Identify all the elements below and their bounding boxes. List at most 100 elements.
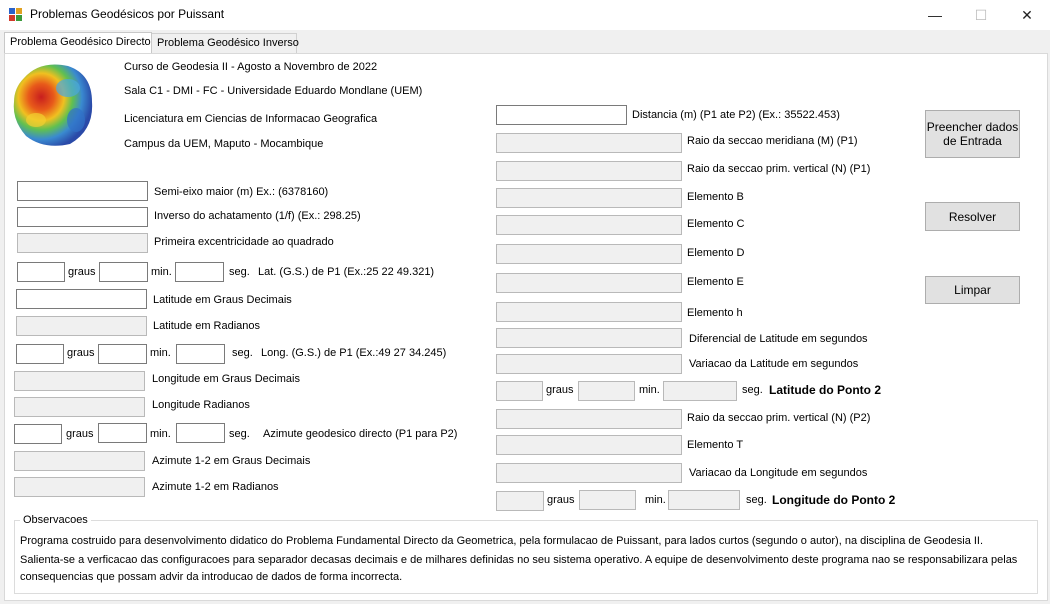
preencher-dados-button[interactable]: Preencher dados de Entrada: [925, 110, 1020, 158]
header-licenciatura: Licenciatura em Ciencias de Informacao G…: [124, 113, 378, 125]
long-decimal-label: Longitude em Graus Decimais: [152, 373, 300, 385]
raio-vertical-p1-label: Raio da seccao prim. vertical (N) (P1): [687, 163, 871, 175]
az-seg-label: seg.: [229, 428, 250, 440]
long2-seg-label: seg.: [746, 494, 767, 506]
az-seg-input[interactable]: [176, 423, 225, 443]
lat-decimal-label: Latitude em Graus Decimais: [153, 294, 292, 306]
az-decimal-label: Azimute 1-2 em Graus Decimais: [152, 455, 311, 467]
long-decimal-output: [14, 371, 145, 391]
elemento-e-output: [496, 273, 682, 293]
lat2-seg-output: [663, 381, 737, 401]
lat-p1-label: Lat. (G.S.) de P1 (Ex.:25 22 49.321): [258, 266, 435, 278]
elemento-h-label: Elemento h: [687, 307, 743, 319]
lat-rad-output: [16, 316, 147, 336]
latitude-ponto2-label: Latitude do Ponto 2: [769, 383, 881, 397]
resolver-button[interactable]: Resolver: [925, 202, 1020, 231]
var-longitude-label: Variacao da Longitude em segundos: [689, 467, 868, 479]
long-p1-label: Long. (G.S.) de P1 (Ex.:49 27 34.245): [261, 347, 447, 359]
az-graus-input[interactable]: [14, 424, 62, 444]
long2-min-label: min.: [645, 494, 666, 506]
lat-seg-label: seg.: [229, 266, 250, 278]
lat2-min-output: [578, 381, 635, 401]
lat-graus-label: graus: [68, 266, 96, 278]
observacoes-line3: consequencias que possam advir da introd…: [20, 571, 403, 583]
excentricidade-output: [17, 233, 148, 253]
elemento-d-label: Elemento D: [687, 247, 745, 259]
observacoes-title: Observacoes: [20, 514, 91, 526]
long-min-input[interactable]: [98, 344, 147, 364]
lat-seg-input[interactable]: [175, 262, 224, 282]
elemento-c-output: [496, 215, 682, 235]
long2-graus-label: graus: [547, 494, 575, 506]
az-min-label: min.: [150, 428, 171, 440]
raio-vertical-p2-output: [496, 409, 682, 429]
lat-min-label: min.: [151, 266, 172, 278]
elemento-b-label: Elemento B: [687, 191, 744, 203]
long-graus-input[interactable]: [16, 344, 64, 364]
lat-min-input[interactable]: [99, 262, 148, 282]
semi-eixo-label: Semi-eixo maior (m) Ex.: (6378160): [154, 186, 329, 198]
az-min-input[interactable]: [98, 423, 147, 443]
elemento-t-output: [496, 435, 682, 455]
elemento-h-output: [496, 302, 682, 322]
semi-eixo-input[interactable]: [17, 181, 148, 201]
header-sala: Sala C1 - DMI - FC - Universidade Eduard…: [124, 85, 423, 97]
az-rad-label: Azimute 1-2 em Radianos: [152, 481, 279, 493]
minimize-button[interactable]: —: [912, 0, 958, 30]
dif-latitude-label: Diferencial de Latitude em segundos: [689, 333, 868, 345]
inverso-achatamento-input[interactable]: [17, 207, 148, 227]
dif-latitude-output: [496, 328, 682, 348]
distancia-input[interactable]: [496, 105, 627, 125]
tab-problema-directo[interactable]: Problema Geodésico Directo: [4, 32, 152, 54]
close-button[interactable]: ✕: [1004, 0, 1050, 30]
lat-decimal-input[interactable]: [16, 289, 147, 309]
window-title: Problemas Geodésicos por Puissant: [30, 7, 225, 21]
long-rad-label: Longitude Radianos: [152, 399, 250, 411]
long2-graus-output: [496, 491, 544, 511]
lat2-graus-output: [496, 381, 543, 401]
var-latitude-output: [496, 354, 682, 374]
lat-rad-label: Latitude em Radianos: [153, 320, 261, 332]
tab-problema-inverso[interactable]: Problema Geodésico Inverso: [151, 33, 299, 53]
var-longitude-output: [496, 463, 682, 483]
lat2-min-label: min.: [639, 384, 660, 396]
raio-meridiana-label: Raio da seccao meridiana (M) (P1): [687, 135, 858, 147]
lat-graus-input[interactable]: [17, 262, 65, 282]
observacoes-line1: Programa costruido para desenvolvimento …: [20, 535, 984, 547]
long2-seg-output: [668, 490, 740, 510]
elemento-b-output: [496, 188, 682, 208]
lat2-graus-label: graus: [546, 384, 574, 396]
limpar-button[interactable]: Limpar: [925, 276, 1020, 304]
long-min-label: min.: [150, 347, 171, 359]
az-graus-label: graus: [66, 428, 94, 440]
elemento-t-label: Elemento T: [687, 439, 744, 451]
geoid-globe-image: [10, 58, 96, 150]
long-seg-label: seg.: [232, 347, 253, 359]
azimute-label: Azimute geodesico directo (P1 para P2): [263, 428, 458, 440]
raio-meridiana-output: [496, 133, 682, 153]
az-decimal-output: [14, 451, 145, 471]
long-seg-input[interactable]: [176, 344, 225, 364]
header-campus: Campus da UEM, Maputo - Mocambique: [124, 138, 324, 150]
header-curso: Curso de Geodesia II - Agosto a Novembro…: [124, 61, 378, 73]
longitude-ponto2-label: Longitude do Ponto 2: [772, 493, 896, 507]
inverso-achatamento-label: Inverso do achatamento (1/f) (Ex.: 298.2…: [154, 210, 361, 222]
raio-vertical-p1-output: [496, 161, 682, 181]
app-window-icon: [8, 7, 24, 23]
elemento-e-label: Elemento E: [687, 276, 744, 288]
long-rad-output: [14, 397, 145, 417]
lat2-seg-label: seg.: [742, 384, 763, 396]
raio-vertical-p2-label: Raio da seccao prim. vertical (N) (P2): [687, 412, 871, 424]
az-rad-output: [14, 477, 145, 497]
long-graus-label: graus: [67, 347, 95, 359]
preencher-line2: de Entrada: [943, 134, 1002, 148]
maximize-button[interactable]: ☐: [958, 0, 1004, 30]
observacoes-line2: Salienta-se a verficacao das configuraco…: [20, 554, 1018, 566]
long2-min-output: [579, 490, 636, 510]
var-latitude-label: Variacao da Latitude em segundos: [689, 358, 859, 370]
preencher-line1: Preencher dados: [926, 120, 1019, 134]
distancia-label: Distancia (m) (P1 ate P2) (Ex.: 35522.45…: [632, 109, 840, 121]
elemento-d-output: [496, 244, 682, 264]
excentricidade-label: Primeira excentricidade ao quadrado: [154, 236, 334, 248]
elemento-c-label: Elemento C: [687, 218, 745, 230]
